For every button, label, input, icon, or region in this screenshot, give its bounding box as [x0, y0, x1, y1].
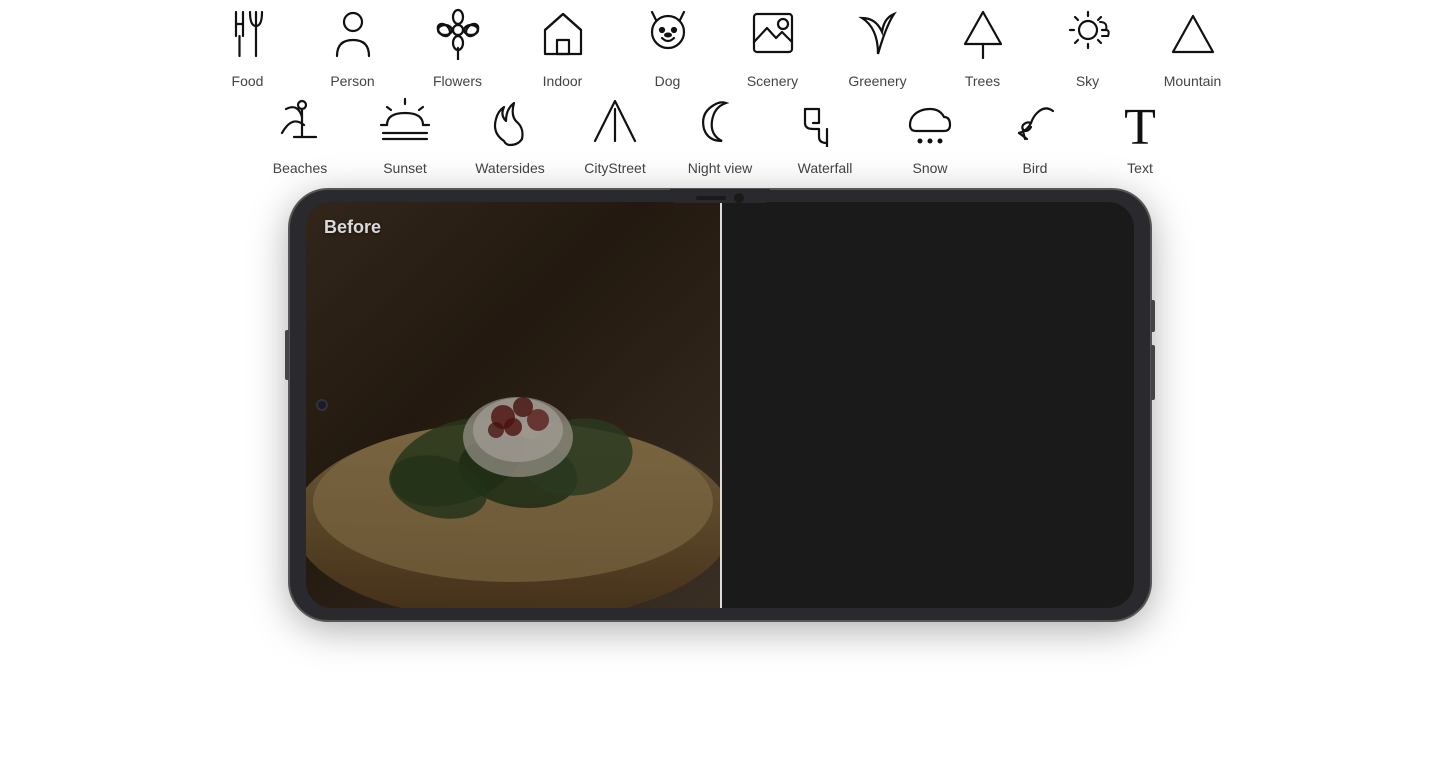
text-icon: T	[1124, 102, 1156, 154]
snow-icon	[904, 95, 956, 154]
beaches-icon	[274, 95, 326, 154]
bixby-button	[1151, 345, 1155, 400]
icon-item-snow: Snow	[878, 95, 983, 180]
food-label: Food	[232, 73, 264, 89]
icon-row-1: Food Person	[195, 8, 1245, 93]
trees-label: Trees	[965, 73, 1000, 89]
bird-label: Bird	[1023, 160, 1048, 176]
citystreet-label: CityStreet	[584, 160, 645, 176]
text-label: Text	[1127, 160, 1153, 176]
watersides-icon	[484, 95, 536, 154]
main-container: Food Person	[0, 0, 1440, 760]
icon-item-indoor: Indoor	[510, 8, 615, 93]
beaches-label: Beaches	[273, 160, 327, 176]
scenery-label: Scenery	[747, 73, 798, 89]
snow-label: Snow	[912, 160, 947, 176]
icon-item-person: Person	[300, 8, 405, 93]
icon-row-2: Beaches Sunset	[248, 95, 1193, 180]
watersides-label: Watersides	[475, 160, 545, 176]
person-label: Person	[330, 73, 374, 89]
waterfall-icon	[799, 95, 851, 154]
indoor-icon	[541, 8, 585, 67]
split-divider	[720, 202, 722, 608]
citystreet-icon	[589, 95, 641, 154]
before-label: Before	[324, 217, 381, 238]
dog-label: Dog	[655, 73, 681, 89]
phone-container: Before	[0, 190, 1440, 620]
icon-item-beaches: Beaches	[248, 95, 353, 180]
selfie-camera	[316, 399, 328, 411]
icon-item-trees: Trees	[930, 8, 1035, 93]
mountain-icon	[1171, 8, 1215, 67]
icon-item-bird: Bird	[983, 95, 1088, 180]
bird-icon	[1009, 95, 1061, 154]
greenery-icon	[856, 8, 900, 67]
sky-icon	[1066, 8, 1110, 67]
volume-button	[285, 330, 289, 380]
sky-label: Sky	[1076, 73, 1099, 89]
power-button	[1151, 300, 1155, 332]
icon-item-mountain: Mountain	[1140, 8, 1245, 93]
icon-item-citystreet: CityStreet	[563, 95, 668, 180]
waterfall-label: Waterfall	[798, 160, 853, 176]
greenery-label: Greenery	[848, 73, 906, 89]
icon-item-flowers: Flowers	[405, 8, 510, 93]
phone-screen: Before	[306, 202, 1134, 608]
food-icon	[226, 8, 270, 67]
flowers-label: Flowers	[433, 73, 482, 89]
dog-icon	[646, 8, 690, 67]
phone-device: Before	[290, 190, 1150, 620]
indoor-label: Indoor	[543, 73, 583, 89]
icons-section: Food Person	[0, 0, 1440, 180]
mountain-label: Mountain	[1164, 73, 1222, 89]
nightview-label: Night view	[688, 160, 753, 176]
icon-item-sunset: Sunset	[353, 95, 458, 180]
before-screen: Before	[306, 202, 720, 608]
before-food-svg	[306, 202, 720, 608]
trees-icon	[961, 8, 1005, 67]
icon-item-text: T Text	[1088, 102, 1193, 180]
icon-item-nightview: Night view	[668, 95, 773, 180]
flowers-icon	[436, 8, 480, 67]
person-icon	[331, 8, 375, 67]
nightview-icon	[694, 95, 746, 154]
sunset-icon	[379, 95, 431, 154]
icon-item-food: Food	[195, 8, 300, 93]
icon-item-sky: Sky	[1035, 8, 1140, 93]
icon-item-dog: Dog	[615, 8, 720, 93]
icon-item-scenery: Scenery	[720, 8, 825, 93]
sunset-label: Sunset	[383, 160, 427, 176]
icon-item-greenery: Greenery	[825, 8, 930, 93]
scenery-icon	[751, 8, 795, 67]
icon-item-waterfall: Waterfall	[773, 95, 878, 180]
icon-item-watersides: Watersides	[458, 95, 563, 180]
